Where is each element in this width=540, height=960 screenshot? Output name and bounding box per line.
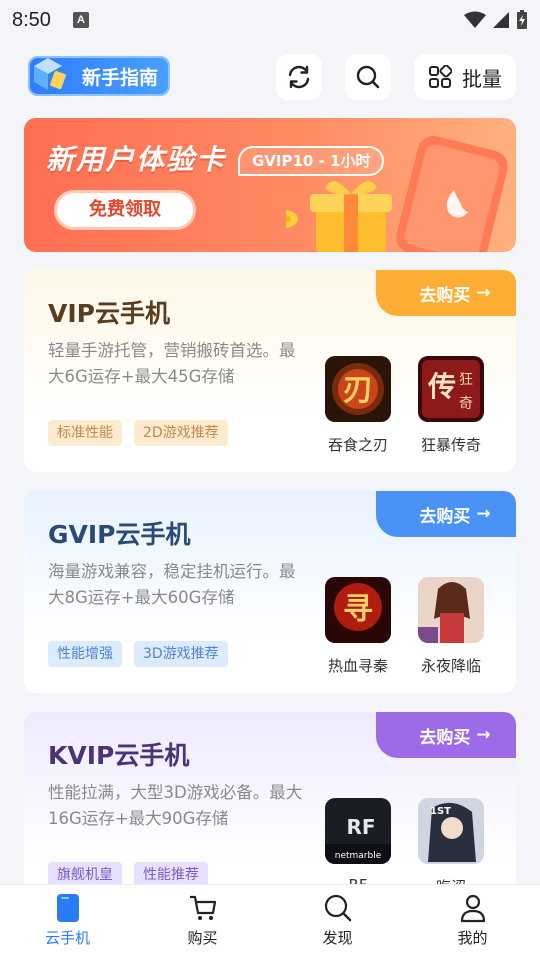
status-time: 8:50 xyxy=(12,8,51,31)
nav-label: 发现 xyxy=(322,929,353,947)
vip-buy-button[interactable]: 去购买 → xyxy=(376,270,516,316)
svg-text:1ST: 1ST xyxy=(430,806,451,817)
gvip-buy-button[interactable]: 去购买 → xyxy=(376,491,516,537)
arrow-right-icon: → xyxy=(476,283,491,303)
discover-search-icon xyxy=(324,894,351,922)
wifi-icon xyxy=(464,11,486,28)
bottom-navigation: 云手机 购买 发现 我的 xyxy=(0,884,540,960)
top-header: 新手指南 批量 xyxy=(0,50,540,106)
beginner-guide-button[interactable]: 新手指南 xyxy=(28,56,170,96)
game-icon xyxy=(418,577,484,643)
status-bar: 8:50 A xyxy=(0,0,540,40)
gvip-card[interactable]: 去购买 → GVIP云手机 海量游戏兼容，稳定挂机运行。最大8G运存+最大60G… xyxy=(24,491,516,693)
tag: 性能增强 xyxy=(48,641,122,667)
buy-label: 去购买 xyxy=(419,727,471,748)
card-title: KVIP云手机 xyxy=(48,741,190,770)
game-icon: 寻 xyxy=(325,577,391,643)
svg-text:netmarble: netmarble xyxy=(335,851,382,861)
card-title: VIP云手机 xyxy=(48,299,170,328)
user-icon xyxy=(460,894,485,923)
game-icon: 传 狂 奇 xyxy=(418,356,484,422)
buy-label: 去购买 xyxy=(419,506,471,527)
phone-gift-illustration xyxy=(286,136,508,252)
buy-label: 去购买 xyxy=(419,285,471,306)
game-item[interactable]: 寻 热血寻秦 xyxy=(325,577,391,676)
arrow-right-icon: → xyxy=(476,504,491,524)
game-icon: 1ST xyxy=(418,798,484,864)
nav-buy[interactable]: 购买 xyxy=(135,885,270,960)
svg-text:寻: 寻 xyxy=(343,592,373,627)
phone-icon xyxy=(56,894,79,922)
cart-icon xyxy=(189,895,216,920)
svg-text:RF: RF xyxy=(346,815,375,839)
promo-title: 新用户体验卡 xyxy=(46,143,227,176)
game-name: 吞食之刃 xyxy=(327,436,388,454)
notification-a-icon: A xyxy=(72,12,89,28)
promo-banner[interactable]: 新用户体验卡 GVIP10 - 1小时 免费领取 xyxy=(24,118,516,252)
game-name: 热血寻秦 xyxy=(327,657,388,675)
batch-button[interactable]: 批量 xyxy=(414,54,516,100)
svg-text:狂: 狂 xyxy=(459,372,473,388)
tag: 3D游戏推荐 xyxy=(134,641,228,667)
arrow-right-icon: → xyxy=(476,725,491,745)
tag-list: 标准性能 2D游戏推荐 xyxy=(48,420,228,446)
search-icon xyxy=(356,65,380,89)
vip-card[interactable]: 去购买 → VIP云手机 轻量手游托管，营销搬砖首选。最大6G运存+最大45G存… xyxy=(24,270,516,472)
batch-label: 批量 xyxy=(462,66,502,91)
svg-text:刃: 刃 xyxy=(343,373,373,408)
game-item[interactable]: 传 狂 奇 狂暴传奇 xyxy=(418,356,484,455)
game-name: 狂暴传奇 xyxy=(420,436,481,454)
svg-text:传: 传 xyxy=(427,370,456,403)
game-item[interactable]: 永夜降临 xyxy=(418,577,484,676)
signal-icon xyxy=(493,12,509,28)
nav-cloud-phone[interactable]: 云手机 xyxy=(0,885,135,960)
card-description: 轻量手游托管，营销搬砖首选。最大6G运存+最大45G存储 xyxy=(48,341,296,386)
refresh-icon xyxy=(288,65,310,89)
nav-label: 我的 xyxy=(457,929,488,947)
tag: 标准性能 xyxy=(48,420,122,446)
nav-discover[interactable]: 发现 xyxy=(270,885,405,960)
nav-label: 购买 xyxy=(187,929,218,947)
game-item[interactable]: 1ST 晦涩 xyxy=(418,798,484,897)
game-item[interactable]: 刃 吞食之刃 xyxy=(325,356,391,455)
card-title: GVIP云手机 xyxy=(48,520,191,549)
guide-label: 新手指南 xyxy=(81,66,158,89)
cube-icon xyxy=(34,58,66,90)
game-name: 永夜降临 xyxy=(420,657,481,675)
refresh-button[interactable] xyxy=(276,54,322,100)
tag: 2D游戏推荐 xyxy=(134,420,228,446)
game-icon: RF netmarble xyxy=(325,798,391,864)
battery-icon xyxy=(517,10,527,29)
nav-mine[interactable]: 我的 xyxy=(405,885,540,960)
card-description: 性能拉满，大型3D游戏必备。最大16G运存+最大90G存储 xyxy=(48,783,303,828)
search-button[interactable] xyxy=(345,54,391,100)
tag-list: 性能增强 3D游戏推荐 xyxy=(48,641,228,667)
grid-icon xyxy=(429,65,452,88)
card-description: 海量游戏兼容，稳定挂机运行。最大8G运存+最大60G存储 xyxy=(48,562,296,607)
game-item[interactable]: RF netmarble RF xyxy=(325,798,391,894)
svg-text:奇: 奇 xyxy=(459,395,473,412)
nav-label: 云手机 xyxy=(44,929,90,947)
status-icons xyxy=(464,10,528,30)
kvip-buy-button[interactable]: 去购买 → xyxy=(376,712,516,758)
game-icon: 刃 xyxy=(325,356,391,422)
claim-free-button[interactable]: 免费领取 xyxy=(54,190,196,230)
promo-tag: GVIP10 - 1小时 xyxy=(238,146,385,176)
